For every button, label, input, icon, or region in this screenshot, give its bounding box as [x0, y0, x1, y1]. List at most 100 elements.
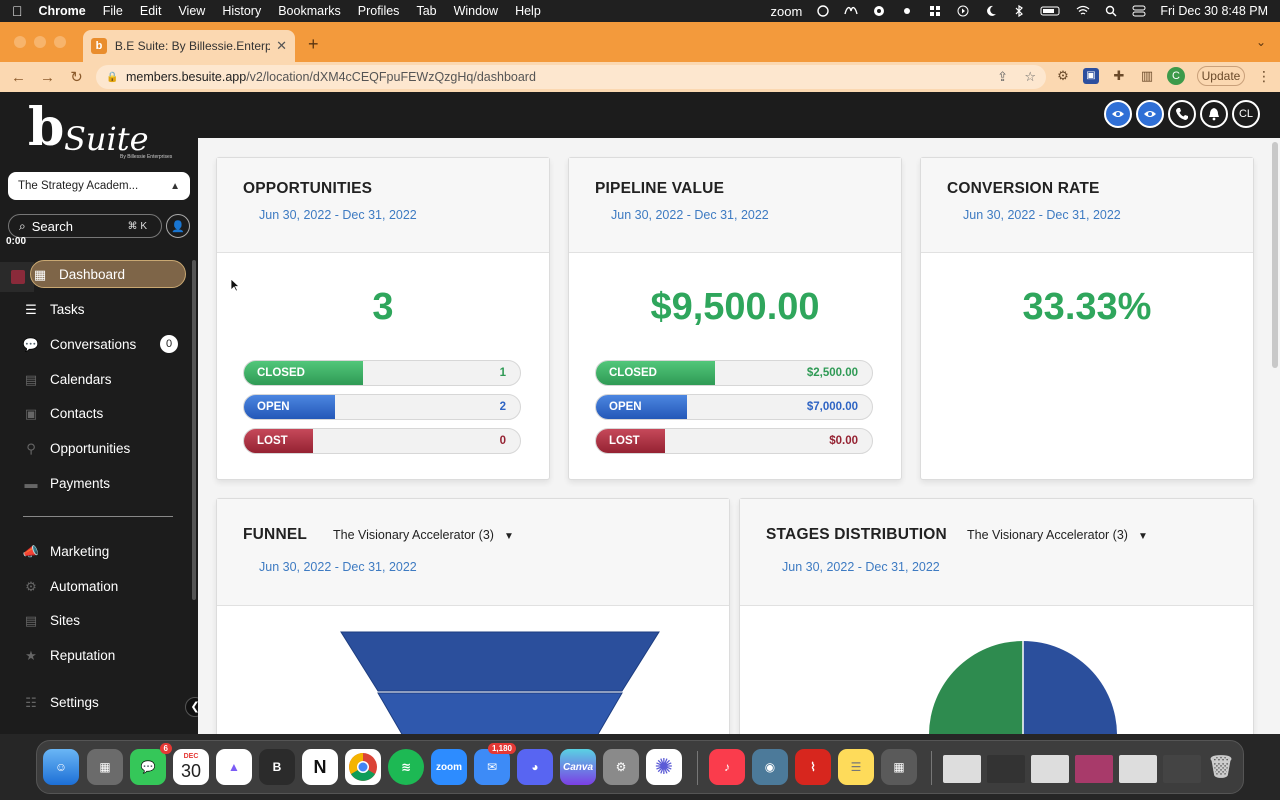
screen-time-icon[interactable] — [816, 5, 830, 17]
extension-app-icon[interactable]: ▣ — [1083, 68, 1099, 84]
sidebar-item-tasks[interactable]: ☰ Tasks — [22, 295, 186, 323]
browser-tab-active[interactable]: b B.E Suite: By Billessie.Enterprises ✕ — [83, 30, 295, 62]
more-menu-icon[interactable]: ⋮ — [1257, 68, 1271, 85]
chrome-status-icon[interactable] — [872, 5, 886, 17]
sidebar-item-conversations[interactable]: 💬 Conversations 0 — [22, 330, 186, 358]
window-thumbnail[interactable] — [1031, 755, 1069, 783]
canva-icon[interactable]: Canva — [560, 749, 596, 785]
bluetooth-icon[interactable] — [1012, 4, 1026, 18]
zoom-icon[interactable]: zoom — [431, 749, 467, 785]
menu-window[interactable]: Window — [454, 4, 498, 18]
sidebar-search[interactable]: ⌕ Search ⌘ K — [8, 214, 162, 238]
sidebar-item-sites[interactable]: ▤ Sites — [22, 606, 186, 634]
calendar-icon[interactable]: DEC 30 — [173, 749, 209, 785]
date-range-link[interactable]: Jun 30, 2022 - Dec 31, 2022 — [259, 560, 417, 574]
pipeline-dropdown[interactable]: The Visionary Accelerator (3) ▼ — [967, 528, 1148, 542]
sidebar-item-settings[interactable]: ☷ Settings — [22, 688, 186, 716]
sidebar-item-calendars[interactable]: ▤ Calendars — [22, 365, 186, 393]
eye-icon[interactable] — [1104, 100, 1132, 128]
recording-stop-button[interactable] — [0, 262, 34, 292]
sidebar-item-payments[interactable]: ▬ Payments — [22, 469, 186, 497]
calculator-icon[interactable]: ▦ — [881, 749, 917, 785]
menu-history[interactable]: History — [222, 4, 261, 18]
close-window-button[interactable] — [14, 36, 26, 48]
lost-value-bar[interactable]: LOST $0.00 — [595, 428, 873, 454]
besuite-logo[interactable]: b Suite By Billessie Enterprises — [28, 100, 173, 161]
open-status-bar[interactable]: OPEN 2 — [243, 394, 521, 420]
sidebar-item-opportunities[interactable]: ⚲ Opportunities — [22, 434, 186, 462]
sidebar-item-contacts[interactable]: ▣ Contacts — [22, 399, 186, 427]
funnel-stage-1[interactable] — [340, 631, 660, 692]
menu-bookmarks[interactable]: Bookmarks — [278, 4, 341, 18]
bookmark-star-icon[interactable]: ☆ — [1024, 69, 1036, 85]
music-icon[interactable]: ♪ — [709, 749, 745, 785]
notes-icon[interactable]: ☰ — [838, 749, 874, 785]
pie-slice-green[interactable] — [929, 641, 1023, 734]
notion-icon[interactable]: N — [302, 749, 338, 785]
reload-icon[interactable]: ↻ — [62, 68, 91, 86]
sidebar-item-dashboard[interactable]: ▦ Dashboard — [30, 260, 186, 288]
date-range-link[interactable]: Jun 30, 2022 - Dec 31, 2022 — [259, 208, 417, 222]
user-profile-icon[interactable]: 👤 — [166, 214, 190, 238]
pie-slice-blue[interactable] — [1023, 641, 1117, 734]
sidebar-item-marketing[interactable]: 📣 Marketing — [22, 537, 186, 565]
eye-preview-icon[interactable] — [1136, 100, 1164, 128]
sidebar-scrollbar[interactable] — [192, 260, 196, 600]
system-settings-icon[interactable]: ⚙ — [603, 749, 639, 785]
new-tab-plus-icon[interactable]: + — [308, 34, 319, 55]
menu-help[interactable]: Help — [515, 4, 541, 18]
bell-icon[interactable] — [1200, 100, 1228, 128]
window-thumbnail[interactable] — [987, 755, 1025, 783]
window-thumbnail[interactable] — [1075, 755, 1113, 783]
tab-search-chevron-icon[interactable]: ⌄ — [1256, 35, 1266, 49]
share-icon[interactable]: ⇪ — [997, 69, 1008, 85]
user-avatar[interactable]: CL — [1232, 100, 1260, 128]
chrome-icon[interactable] — [345, 749, 381, 785]
spotify-icon[interactable]: ≋ — [388, 749, 424, 785]
open-value-bar[interactable]: OPEN $7,000.00 — [595, 394, 873, 420]
brightness-icon[interactable] — [900, 5, 914, 17]
closed-status-bar[interactable]: CLOSED 1 — [243, 360, 521, 386]
menu-chrome[interactable]: Chrome — [39, 4, 86, 18]
acrobat-icon[interactable]: ⌇ — [795, 749, 831, 785]
extensions-puzzle-icon[interactable]: ✚ — [1111, 68, 1127, 84]
account-switcher[interactable]: The Strategy Academ... ▲ — [8, 172, 190, 200]
content-scrollbar[interactable] — [1272, 142, 1278, 368]
date-range-link[interactable]: Jun 30, 2022 - Dec 31, 2022 — [782, 560, 940, 574]
finder-icon[interactable]: ☺ — [43, 749, 79, 785]
wifi-icon[interactable] — [1076, 5, 1090, 17]
address-bar[interactable]: 🔒 members.besuite.app/v2/location/dXM4cC… — [96, 65, 1046, 89]
menu-profiles[interactable]: Profiles — [358, 4, 400, 18]
zoom-menu-status[interactable]: zoom — [771, 4, 803, 19]
spotlight-search-icon[interactable] — [1104, 5, 1118, 17]
launchpad-icon[interactable]: ▦ — [87, 749, 123, 785]
menu-edit[interactable]: Edit — [140, 4, 162, 18]
minimize-window-button[interactable] — [34, 36, 46, 48]
menu-file[interactable]: File — [103, 4, 123, 18]
maximize-window-button[interactable] — [54, 36, 66, 48]
extension-gear-icon[interactable]: ⚙ — [1055, 68, 1071, 84]
menubar-clock[interactable]: Fri Dec 30 8:48 PM — [1160, 4, 1268, 18]
focus-moon-icon[interactable] — [984, 5, 998, 17]
closed-value-bar[interactable]: CLOSED $2,500.00 — [595, 360, 873, 386]
perplexity-icon[interactable]: ✺ — [646, 749, 682, 785]
menu-tab[interactable]: Tab — [416, 4, 436, 18]
control-center-icon[interactable] — [1132, 5, 1146, 17]
window-thumbnail[interactable] — [1163, 755, 1201, 783]
meta-icon[interactable] — [844, 5, 858, 17]
update-chrome-button[interactable]: Update — [1197, 66, 1245, 86]
profile-avatar[interactable]: C — [1167, 67, 1185, 85]
discord-icon[interactable]: ◕ — [517, 749, 553, 785]
pipeline-dropdown[interactable]: The Visionary Accelerator (3) ▼ — [333, 528, 514, 542]
lost-status-bar[interactable]: LOST 0 — [243, 428, 521, 454]
battery-icon[interactable] — [1040, 5, 1062, 17]
date-range-link[interactable]: Jun 30, 2022 - Dec 31, 2022 — [611, 208, 769, 222]
funnel-stage-2[interactable] — [377, 692, 623, 734]
grid-app-icon[interactable] — [928, 5, 942, 17]
mail-icon[interactable]: ✉ 1,180 — [474, 743, 516, 785]
sidebar-item-reputation[interactable]: ★ Reputation — [22, 641, 186, 669]
menu-view[interactable]: View — [178, 4, 205, 18]
date-range-link[interactable]: Jun 30, 2022 - Dec 31, 2022 — [963, 208, 1121, 222]
clickup-icon[interactable]: ▲ — [216, 749, 252, 785]
window-thumbnail[interactable] — [1119, 755, 1157, 783]
